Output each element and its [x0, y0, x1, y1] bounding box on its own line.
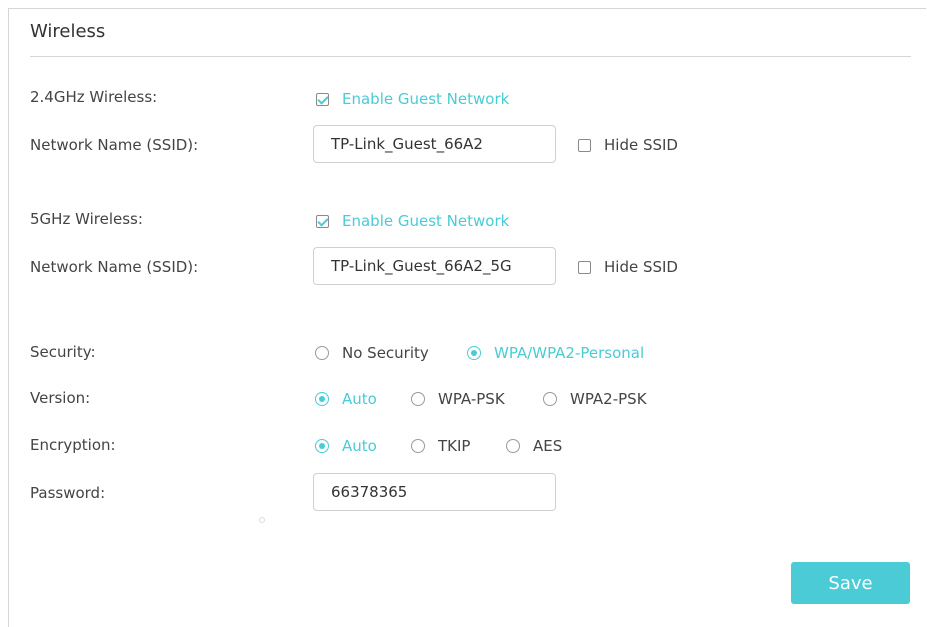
band5-hide-ssid-label: Hide SSID: [604, 258, 678, 276]
radio-selected-icon: [315, 439, 329, 453]
encryption-option-tkip[interactable]: TKIP: [411, 437, 470, 455]
radio-unselected-icon: [543, 392, 557, 406]
encryption-option-aes[interactable]: AES: [506, 437, 562, 455]
band24-hide-ssid-label: Hide SSID: [604, 136, 678, 154]
decorative-dot: [259, 517, 265, 523]
band5-hide-ssid-checkbox[interactable]: Hide SSID: [578, 258, 678, 276]
version-option-wpa-psk[interactable]: WPA-PSK: [411, 390, 505, 408]
checkbox-checked-icon: [316, 92, 329, 106]
band24-label: 2.4GHz Wireless:: [30, 88, 158, 106]
wireless-panel: Wireless 2.4GHz Wireless: Enable Guest N…: [8, 8, 926, 627]
version-option-wpa2-psk[interactable]: WPA2-PSK: [543, 390, 647, 408]
band24-enable-guest-label: Enable Guest Network: [342, 90, 510, 108]
version-option-label: WPA2-PSK: [570, 390, 647, 408]
radio-unselected-icon: [411, 439, 425, 453]
password-input[interactable]: [313, 473, 556, 511]
password-label: Password:: [30, 484, 106, 502]
band5-ssid-input[interactable]: [313, 247, 556, 285]
version-option-auto[interactable]: Auto: [315, 390, 377, 408]
security-option-label: No Security: [342, 344, 429, 362]
band24-enable-guest-checkbox[interactable]: Enable Guest Network: [316, 90, 509, 108]
checkbox-unchecked-icon: [578, 260, 591, 274]
section-title: Wireless: [30, 21, 106, 42]
band5-enable-guest-label: Enable Guest Network: [342, 212, 510, 230]
save-button[interactable]: Save: [791, 562, 910, 604]
encryption-option-label: Auto: [342, 437, 377, 455]
radio-selected-icon: [467, 346, 481, 360]
checkbox-unchecked-icon: [578, 138, 591, 152]
radio-unselected-icon: [315, 346, 329, 360]
band5-enable-guest-checkbox[interactable]: Enable Guest Network: [316, 212, 509, 230]
band24-ssid-label: Network Name (SSID):: [30, 136, 199, 154]
title-divider: [30, 56, 911, 57]
radio-unselected-icon: [506, 439, 520, 453]
security-option-label: WPA/WPA2-Personal: [494, 344, 645, 362]
version-label: Version:: [30, 389, 91, 407]
encryption-option-label: AES: [533, 437, 563, 455]
band5-ssid-label: Network Name (SSID):: [30, 258, 199, 276]
encryption-option-label: TKIP: [438, 437, 471, 455]
security-label: Security:: [30, 343, 96, 361]
security-option-no-security[interactable]: No Security: [315, 344, 429, 362]
encryption-option-auto[interactable]: Auto: [315, 437, 377, 455]
band5-label: 5GHz Wireless:: [30, 210, 143, 228]
version-option-label: Auto: [342, 390, 377, 408]
band24-hide-ssid-checkbox[interactable]: Hide SSID: [578, 136, 678, 154]
radio-unselected-icon: [411, 392, 425, 406]
encryption-label: Encryption:: [30, 436, 116, 454]
radio-selected-icon: [315, 392, 329, 406]
checkbox-checked-icon: [316, 214, 329, 228]
band24-ssid-input[interactable]: [313, 125, 556, 163]
version-option-label: WPA-PSK: [438, 390, 505, 408]
security-option-wpa-wpa2-personal[interactable]: WPA/WPA2-Personal: [467, 344, 644, 362]
